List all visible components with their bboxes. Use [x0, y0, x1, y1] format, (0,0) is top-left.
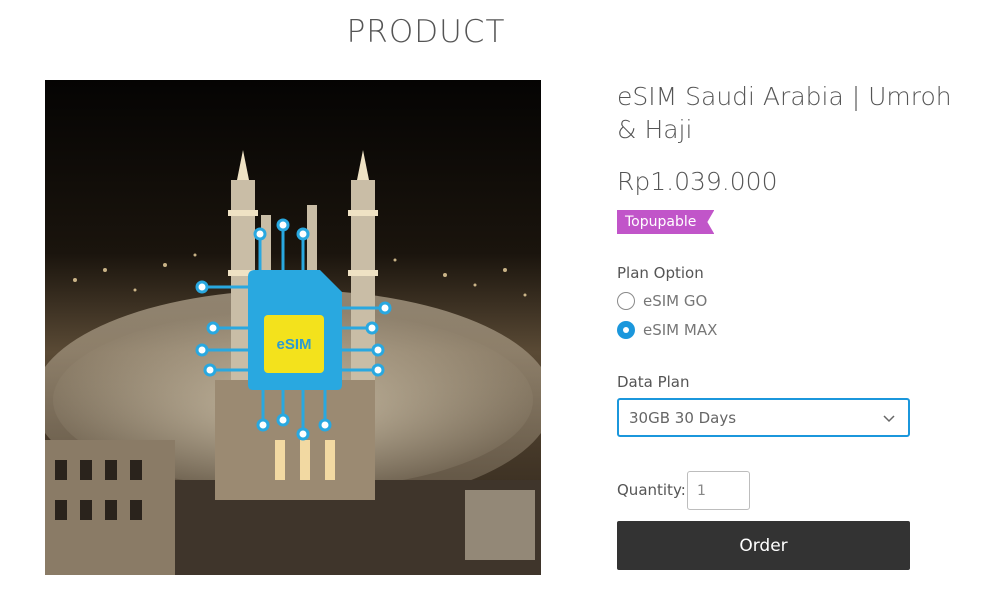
page-title: PRODUCT: [346, 14, 506, 50]
plan-option-label: Plan Option: [617, 264, 704, 282]
data-plan-selected-value: 30GB 30 Days: [629, 408, 737, 427]
radio-button-checked[interactable]: [617, 321, 635, 339]
chevron-down-icon: [883, 415, 895, 423]
quantity-input[interactable]: [687, 471, 750, 510]
radio-label: eSIM GO: [643, 292, 708, 310]
plan-option-esim-max[interactable]: eSIM MAX: [617, 320, 717, 340]
radio-label: eSIM MAX: [643, 321, 718, 339]
data-plan-label: Data Plan: [617, 373, 690, 391]
product-price: Rp1.039.000: [617, 167, 778, 196]
product-image: eSIM: [45, 80, 541, 575]
svg-text:eSIM: eSIM: [276, 336, 311, 353]
esim-card-icon: eSIM: [248, 270, 342, 390]
order-button[interactable]: Order: [617, 521, 910, 570]
quantity-label: Quantity:: [617, 481, 686, 499]
data-plan-select[interactable]: 30GB 30 Days: [617, 398, 910, 437]
topupable-badge: Topupable: [617, 210, 714, 234]
product-page: PRODUCT eSIM eSIM Saudi Arabia | Umroh &…: [0, 0, 1000, 599]
plan-option-esim-go[interactable]: eSIM GO: [617, 291, 707, 311]
product-title: eSIM Saudi Arabia | Umroh & Haji: [617, 82, 952, 144]
radio-button-unchecked[interactable]: [617, 292, 635, 310]
